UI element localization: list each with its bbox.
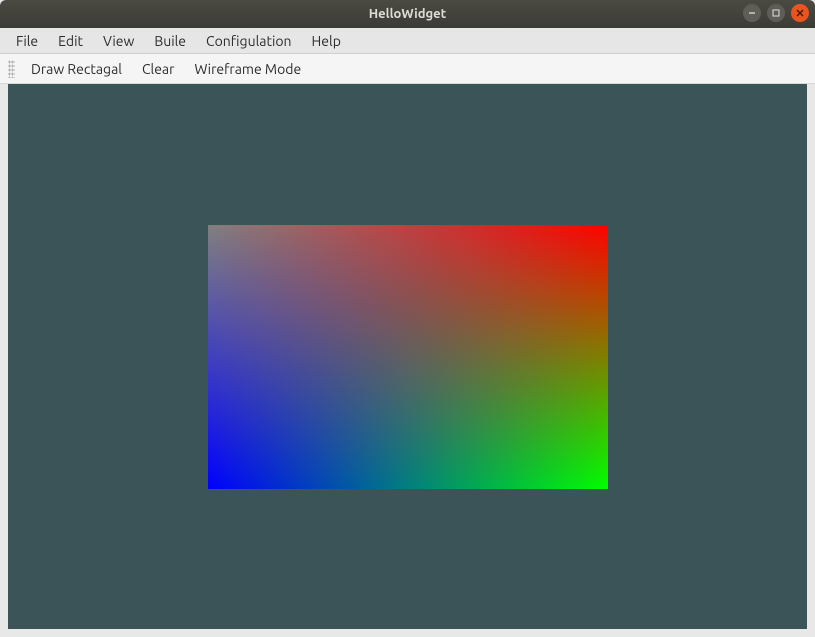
canvas-viewport[interactable]	[8, 84, 807, 629]
titlebar[interactable]: HelloWidget	[0, 0, 815, 28]
maximize-button[interactable]	[767, 4, 785, 22]
menu-configulation[interactable]: Configulation	[196, 31, 302, 51]
action-draw-rectagal[interactable]: Draw Rectagal	[21, 59, 132, 79]
window-controls	[743, 4, 809, 22]
toolbar-handle[interactable]	[8, 60, 15, 78]
menu-view[interactable]: View	[93, 31, 144, 51]
minimize-icon	[747, 8, 757, 18]
menu-file[interactable]: File	[6, 31, 48, 51]
gradient-svg	[208, 225, 608, 489]
menubar: File Edit View Buile Configulation Help	[0, 28, 815, 54]
action-wireframe-mode[interactable]: Wireframe Mode	[184, 59, 311, 79]
action-clear[interactable]: Clear	[132, 59, 184, 79]
app-window: HelloWidget File Edit View Buile Configu…	[0, 0, 815, 637]
menu-buile[interactable]: Buile	[144, 31, 196, 51]
menu-help[interactable]: Help	[302, 31, 351, 51]
close-icon	[795, 8, 805, 18]
gradient-rectangle	[208, 225, 608, 489]
maximize-icon	[771, 8, 781, 18]
toolbar: Draw Rectagal Clear Wireframe Mode	[0, 54, 815, 84]
close-button[interactable]	[791, 4, 809, 22]
window-title: HelloWidget	[369, 7, 447, 21]
menu-edit[interactable]: Edit	[48, 31, 93, 51]
minimize-button[interactable]	[743, 4, 761, 22]
